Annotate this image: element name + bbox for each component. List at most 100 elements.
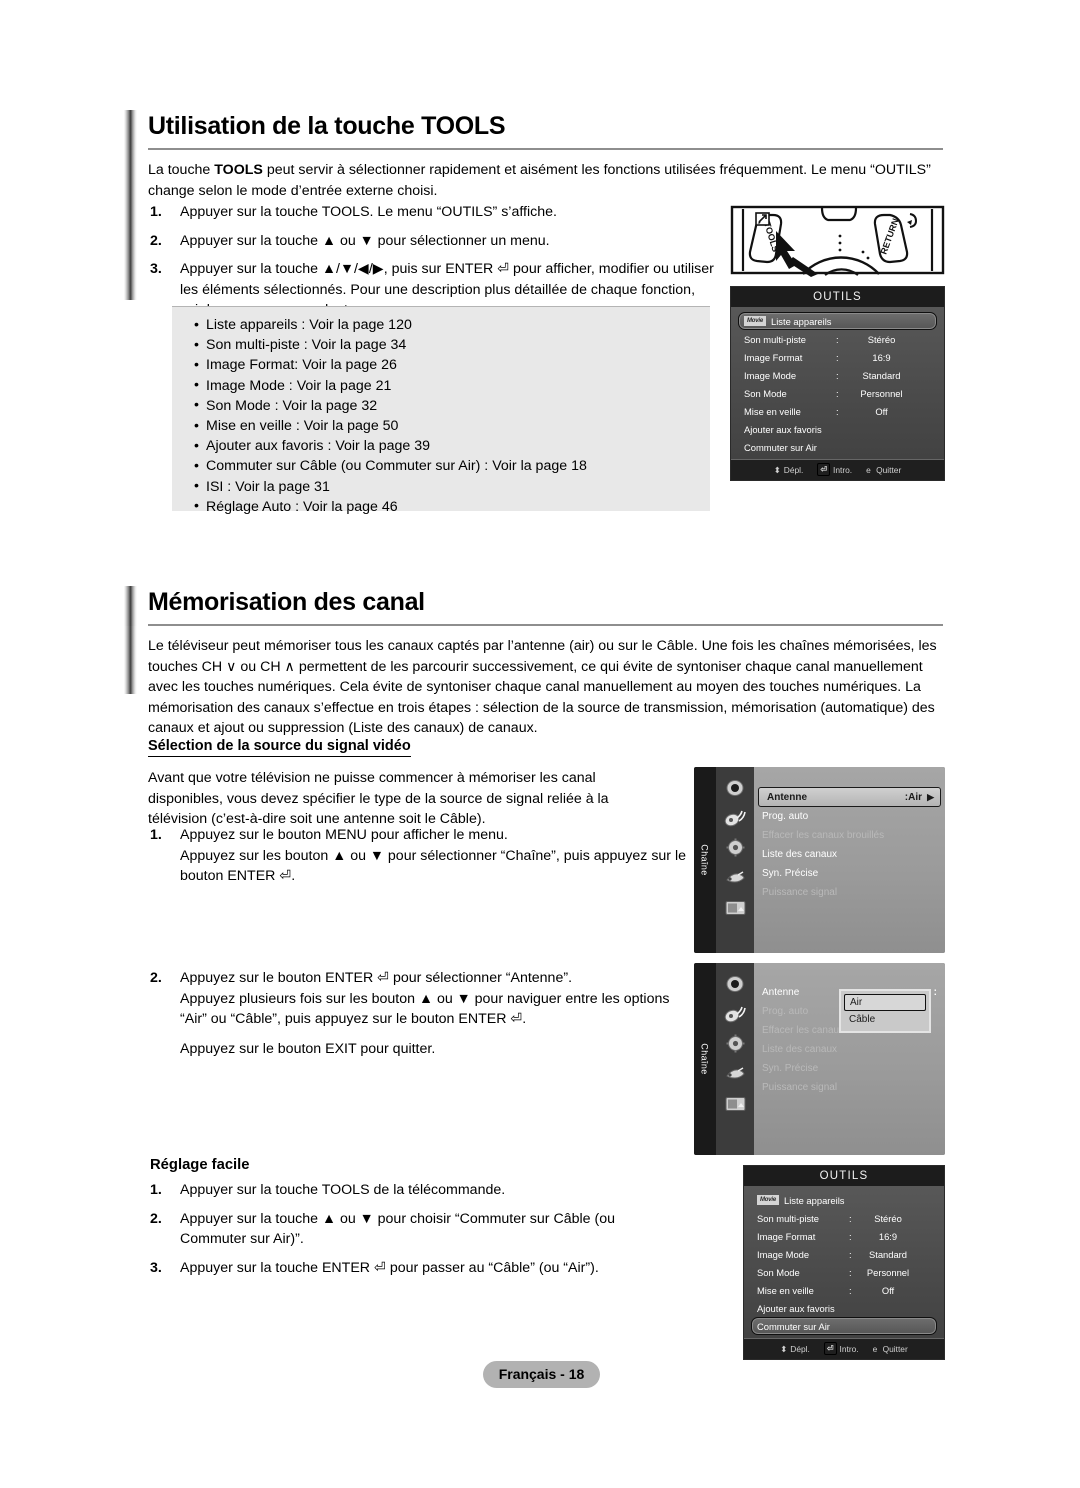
osd-channel-tab: Chaîne	[694, 963, 716, 1155]
osd-row-value: Stéréo	[874, 1212, 902, 1224]
heading-rule	[148, 624, 943, 626]
osd-channel-tab-label: Chaîne	[700, 1043, 711, 1075]
osd-channel-tab: Chaîne	[694, 767, 716, 953]
osd-item-label: Puissance signal	[762, 887, 838, 898]
osd-row-son-mode[interactable]: Son Mode : Personnel	[751, 1263, 937, 1281]
antenna-icon[interactable]	[724, 807, 746, 828]
step-text: Appuyez sur le bouton ENTER ⏎ pour sélec…	[180, 968, 690, 1059]
page-footer-badge: Français - 18	[483, 1361, 600, 1388]
osd-item-syn-precise: Syn. Précise	[754, 1059, 945, 1078]
dropdown-option-cable[interactable]: Câble	[844, 1011, 926, 1028]
osd-item-liste-canaux[interactable]: Liste des canaux	[754, 845, 945, 864]
dropdown-option-air[interactable]: Air	[844, 994, 926, 1011]
step-number: 1.	[150, 204, 162, 220]
list-item: ISI : Voir la page 31	[194, 476, 710, 497]
tools-reference-list: Liste appareils : Voir la page 120 Son m…	[172, 306, 710, 517]
movie-badge-icon: Movie	[757, 1195, 780, 1205]
page-title: Mémorisation des canal	[148, 588, 425, 616]
osd-row-image-format[interactable]: Image Format : 16:9	[751, 1227, 937, 1245]
antenna-dropdown[interactable]: Air Câble	[839, 989, 931, 1033]
section-tools-heading: Utilisation de la touche TOOLS	[124, 110, 506, 152]
remote-control-svg: TOOLS RETURN	[730, 205, 945, 277]
osd-row-value: Standard	[868, 1248, 908, 1260]
osd-item-label: Effacer les canaux brouillés	[762, 830, 885, 841]
hint-label: Intro.	[839, 1344, 859, 1354]
memorisation-step-2: 2. Appuyez sur le bouton ENTER ⏎ pour sé…	[150, 968, 690, 1067]
heading-accent-bar	[124, 586, 137, 628]
list-item: 2. Appuyer sur la touche ▲ ou ▼ pour sél…	[150, 231, 715, 252]
osd-row-colon: :	[836, 369, 839, 381]
body-accent-rail	[124, 150, 137, 300]
osd-row-colon: :	[849, 1212, 852, 1224]
osd-item-puissance-signal: Puissance signal	[754, 1078, 945, 1097]
osd-row-label: Son multi-piste	[744, 333, 807, 345]
osd-row-commuter-sur-air[interactable]: Commuter sur Air	[738, 438, 937, 456]
hint-label: Intro.	[833, 465, 853, 475]
picture-icon[interactable]	[724, 897, 746, 918]
step-text: Appuyez sur le bouton MENU pour afficher…	[180, 825, 690, 887]
osd-row-mise-en-veille[interactable]: Mise en veille : Off	[738, 402, 937, 420]
osd-row-image-format[interactable]: Image Format : 16:9	[738, 348, 937, 366]
step-line: Appuyez sur le bouton EXIT pour quitter.	[180, 1040, 436, 1057]
antenna-icon[interactable]	[724, 1003, 746, 1024]
osd-item-syn-precise[interactable]: Syn. Précise	[754, 864, 945, 883]
osd-channel-items-1: Antenne :Air ▶ Prog. auto Effacer les ca…	[754, 767, 945, 953]
osd-tools-rows: Movie Liste appareils Son multi-piste : …	[744, 1186, 944, 1338]
osd-row-liste-appareils[interactable]: Movie Liste appareils	[738, 312, 937, 330]
input-icon[interactable]	[724, 973, 746, 994]
osd-item-label: Antenne	[767, 791, 807, 803]
input-icon[interactable]	[724, 777, 746, 798]
remote-control-illustration: TOOLS RETURN	[730, 205, 945, 277]
osd-item-label: Puissance signal	[762, 1082, 838, 1093]
osd-item-label: Prog. auto	[762, 811, 809, 822]
osd-row-image-mode[interactable]: Image Mode : Standard	[738, 366, 937, 384]
step-number: 2.	[150, 1210, 162, 1227]
osd-row-label: Son multi-piste	[757, 1212, 820, 1224]
osd-row-value: Off	[881, 1284, 895, 1296]
osd-row-liste-appareils[interactable]: Movie Liste appareils	[751, 1191, 937, 1209]
osd-row-ajouter-aux-favoris[interactable]: Ajouter aux favoris	[738, 420, 937, 438]
osd-row-label: Commuter sur Air	[757, 1320, 830, 1332]
sound-icon[interactable]	[724, 867, 746, 888]
picture-icon[interactable]	[724, 1093, 746, 1114]
section-tools: Utilisation de la touche TOOLS	[124, 110, 506, 152]
gear-icon[interactable]	[724, 1033, 746, 1054]
osd-channel-items-2: Antenne : Prog. auto Effacer les canaux …	[754, 963, 945, 1155]
step-line: Appuyez sur les bouton ▲ ou ▼ pour sélec…	[180, 847, 687, 885]
exit-icon: e	[872, 1343, 878, 1354]
osd-item-antenne[interactable]: Antenne :Air ▶	[758, 787, 941, 807]
osd-row-colon: :	[849, 1266, 852, 1278]
osd-row-label: Commuter sur Air	[744, 441, 817, 453]
hint-intro: ⏎ Intro.	[823, 1342, 859, 1355]
osd-item-label: Liste des canaux	[762, 1044, 838, 1055]
list-item: Image Format: Voir la page 26	[194, 355, 710, 375]
osd-row-son-multi-piste[interactable]: Son multi-piste : Stéréo	[751, 1209, 937, 1227]
heading-rule	[148, 148, 943, 150]
osd-item-effacer-canaux: Effacer les canaux brouillés	[754, 826, 945, 845]
osd-item-prog-auto[interactable]: Prog. auto	[754, 807, 945, 826]
page-title: Utilisation de la touche TOOLS	[148, 112, 506, 140]
movie-badge-icon: Movie	[744, 316, 767, 326]
osd-row-commuter-sur-air[interactable]: Commuter sur Air	[751, 1317, 937, 1335]
osd-row-colon: :	[836, 405, 839, 417]
body-accent-rail	[124, 626, 137, 694]
osd-icon-rail	[716, 767, 754, 953]
osd-row-colon: :	[836, 333, 839, 345]
hint-label: Quitter	[882, 1343, 908, 1354]
list-item: Liste appareils : Voir la page 120	[194, 314, 710, 335]
osd-row-image-mode[interactable]: Image Mode : Standard	[751, 1245, 937, 1263]
osd-row-son-mode[interactable]: Son Mode : Personnel	[738, 384, 937, 402]
osd-row-son-multi-piste[interactable]: Son multi-piste : Stéréo	[738, 330, 937, 348]
osd-row-ajouter-aux-favoris[interactable]: Ajouter aux favoris	[751, 1299, 937, 1317]
sound-icon[interactable]	[724, 1063, 746, 1084]
osd-tools-title: OUTILS	[731, 287, 944, 307]
step-text: Appuyer sur la touche ENTER ⏎ pour passe…	[180, 1259, 599, 1276]
list-item: 1. Appuyer sur la touche TOOLS de la tél…	[150, 1180, 680, 1201]
memorisation-step-1: 1. Appuyez sur le bouton MENU pour affic…	[150, 825, 690, 895]
osd-row-mise-en-veille[interactable]: Mise en veille : Off	[751, 1281, 937, 1299]
gear-icon[interactable]	[724, 837, 746, 858]
chevron-right-icon: ▶	[927, 791, 934, 802]
step-number: 1.	[150, 1182, 162, 1198]
osd-row-label: Liste appareils	[771, 315, 832, 327]
hint-label: Quitter	[876, 464, 902, 475]
